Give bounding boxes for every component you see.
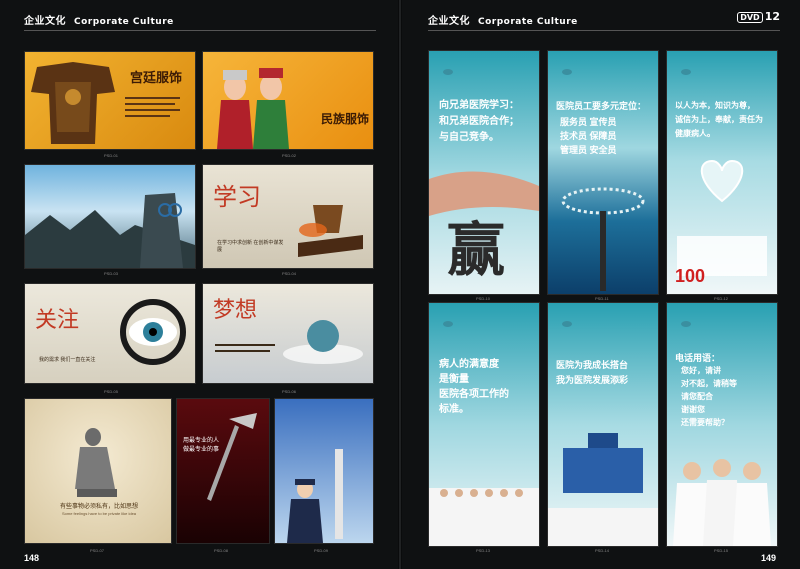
left-header-rule: [24, 30, 376, 31]
heart-hands-graphic: [677, 159, 767, 276]
card-psd-07-text-en: Some feelings have to be private like id…: [61, 511, 137, 516]
caption-psd-14: PSD-14: [595, 548, 610, 553]
caption-psd-07: PSD-07: [90, 548, 105, 553]
card-psd-12-big: 100: [675, 266, 706, 286]
card-psd-06[interactable]: 梦想: [202, 283, 374, 384]
women-figures: [217, 68, 289, 149]
card-psd-10-big: 赢: [447, 218, 506, 283]
caption-psd-10: PSD-10: [476, 296, 491, 301]
right-header-cn: 企业文化: [428, 16, 470, 27]
right-header: 企业文化 Corporate Culture: [428, 12, 578, 27]
card-psd-09[interactable]: [274, 398, 374, 544]
rowing-team-graphic: [561, 187, 645, 291]
card-psd-08[interactable]: 用最专业的人 做最专业的事: [176, 398, 270, 544]
screw-graphic: [207, 413, 257, 501]
caption-psd-06: PSD-06: [282, 389, 297, 394]
card-psd-10[interactable]: 向兄弟医院学习： 和兄弟医院合作； 与自己竞争。 赢: [428, 50, 540, 295]
caption-psd-09: PSD-09: [314, 548, 329, 553]
eye-icon: [120, 299, 186, 365]
caption-psd-03: PSD-03: [104, 271, 119, 276]
card-psd-04[interactable]: 学习 在学习中求创新 在创新中谋发展: [202, 164, 374, 269]
card-psd-01[interactable]: 宫廷服饰: [24, 51, 196, 150]
card-psd-05[interactable]: 关注 我的需求 我们一直在关注: [24, 283, 196, 384]
globe-crystal-graphic: [215, 320, 363, 364]
nurses-group-graphic: [429, 488, 539, 546]
card-psd-01-title: 宫廷服饰: [130, 71, 183, 86]
book-fire-graphic: [298, 205, 363, 257]
caption-psd-12: PSD-12: [714, 296, 729, 301]
card-psd-03[interactable]: [24, 164, 196, 269]
left-header-cn: 企业文化: [24, 16, 66, 27]
folio-right: 149: [760, 553, 776, 563]
folio-left: 148: [24, 553, 40, 563]
card-psd-12[interactable]: 以人为本，知识为尊， 诚信为上，奉献，责任为 健康病人。 100: [666, 50, 778, 295]
card-psd-11[interactable]: 医院员工要多元定位： 服务员 宣传员 技术员 保障员 管理员 安全员: [547, 50, 659, 295]
caption-psd-02: PSD-02: [282, 153, 297, 158]
caption-psd-15: PSD-15: [714, 548, 729, 553]
caption-psd-05: PSD-05: [104, 389, 119, 394]
dvd-label: DVD 12: [737, 10, 780, 23]
hospital-building-graphic: [548, 433, 658, 546]
caption-psd-11: PSD-11: [595, 296, 609, 301]
right-header-rule: [428, 30, 780, 31]
card-psd-15[interactable]: 电话用语： 您好，请讲 对不起，请稍等 请您配合 谢谢您 还需要帮助？: [666, 302, 778, 547]
left-header: 企业文化 Corporate Culture: [24, 12, 174, 27]
card-psd-07[interactable]: 有些事物必须私有，比如思想 Some feelings have to be p…: [24, 398, 172, 544]
card-psd-13[interactable]: 病人的满意度 是衡量 医院各项工作的 标准。: [428, 302, 540, 547]
caption-psd-13: PSD-13: [476, 548, 491, 553]
left-header-en: Corporate Culture: [74, 17, 174, 27]
caption-psd-01: PSD-01: [104, 153, 119, 158]
book-spine: [398, 0, 402, 569]
nurses-portrait-graphic: [673, 459, 771, 546]
mountain-cliff-graphic: [25, 193, 195, 268]
caption-psd-08: PSD-08: [214, 548, 229, 553]
right-header-en: Corporate Culture: [478, 17, 578, 27]
card-psd-02[interactable]: 民族服饰: [202, 51, 374, 150]
caption-psd-04: PSD-04: [282, 271, 297, 276]
card-psd-08-text: 用最专业的人 做最专业的事: [183, 438, 220, 453]
card-psd-02-title: 民族服饰: [321, 112, 370, 126]
text-block-lines: [125, 97, 180, 117]
card-psd-07-text: 有些事物必须私有，比如思想: [59, 503, 138, 510]
thinker-statue-graphic: [75, 428, 117, 497]
police-officer-graphic: [287, 449, 343, 543]
dvd-number: 12: [764, 10, 780, 23]
card-psd-14[interactable]: 医院为我成长搭台 我为医院发展添彩: [547, 302, 659, 547]
dvd-badge: DVD: [737, 11, 763, 23]
